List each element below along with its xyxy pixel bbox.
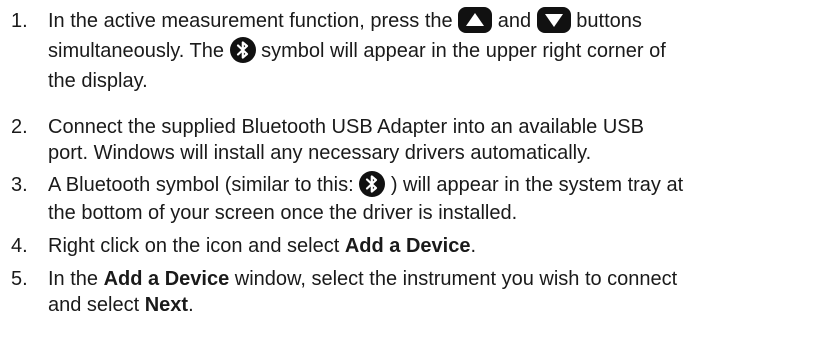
step-text-fragment: and select (48, 294, 140, 316)
step-text-fragment: In the (48, 268, 99, 290)
down-arrow-button-icon (536, 6, 571, 33)
step-text-fragment: ) will appear in the system tray at (390, 174, 684, 196)
step-text-fragment: simultaneously. The (48, 40, 225, 62)
step-bold-term: Add a Device (344, 235, 471, 257)
step-2-line-2: port. Windows will install any necessary… (48, 142, 592, 164)
step-1-line-1: In the active measurement function, pres… (48, 6, 818, 38)
bluetooth-icon (359, 170, 386, 197)
step-text: In the active measurement function, pres… (48, 6, 818, 94)
step-text: A Bluetooth symbol (similar to this: ) w… (48, 170, 818, 226)
step-text: In the Add a Device window, select the i… (48, 266, 818, 318)
step-5-line-2: and select Next. (48, 292, 818, 318)
bluetooth-icon (229, 36, 256, 63)
step-text-fragment: Right click on the icon and select (48, 235, 340, 257)
step-5-line-1: In the Add a Device window, select the i… (48, 266, 818, 292)
step-number: 5. (11, 268, 28, 290)
step-bold-term: Add a Device (103, 268, 230, 290)
step-1-line-2: simultaneously. The symbol will appear i… (48, 36, 818, 68)
step-text-fragment: A Bluetooth symbol (similar to this: (48, 174, 354, 196)
step-number: 1. (11, 10, 28, 32)
step-2-line-1: Connect the supplied Bluetooth USB Adapt… (48, 116, 644, 138)
step-text-fragment: . (188, 294, 194, 316)
step-number: 4. (11, 235, 28, 257)
step-number: 3. (11, 174, 28, 196)
step-text: Connect the supplied Bluetooth USB Adapt… (48, 114, 818, 166)
step-text-fragment: symbol will appear in the upper right co… (261, 40, 666, 62)
step-bold-term: Next (144, 294, 189, 316)
up-arrow-button-icon (458, 6, 493, 33)
step-text-fragment: window, select the instrument you wish t… (234, 268, 678, 290)
step-3-line-2: the bottom of your screen once the drive… (48, 202, 518, 224)
step-text-fragment: . (470, 235, 477, 257)
step-text-fragment: and (497, 10, 532, 32)
step-1-line-3: the display. (48, 70, 148, 92)
step-number: 2. (11, 116, 28, 138)
step-text-fragment: In the active measurement function, pres… (48, 10, 453, 32)
step-text-fragment: buttons (576, 10, 642, 32)
step-3-line-1: A Bluetooth symbol (similar to this: ) w… (48, 170, 818, 200)
step-text: Right click on the icon and select Add a… (48, 233, 818, 259)
